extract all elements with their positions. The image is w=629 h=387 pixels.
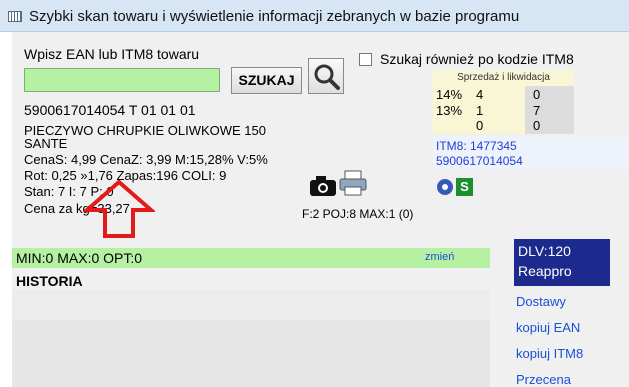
printer-icon[interactable] [338, 170, 368, 196]
title-bar: Szybki skan towaru i wyświetlenie inform… [0, 0, 629, 32]
magnifier-button[interactable] [308, 58, 344, 94]
s-badge[interactable]: S [456, 178, 473, 196]
itm8-checkbox-label: Szukaj również po kodzie ITM8 [380, 51, 574, 67]
product-brand: SANTE [24, 136, 68, 151]
sales-liq-1: 0 [533, 87, 541, 102]
itm8-info-box: ITM8: 1477345 5900617014054 [433, 136, 629, 170]
history-title: HISTORIA [16, 273, 83, 289]
history-area [12, 290, 490, 387]
copy-ean-link[interactable]: kopiuj EAN [516, 320, 580, 335]
sales-sold-3: 0 [476, 118, 484, 133]
red-arrow-annotation [83, 180, 155, 238]
deliveries-link[interactable]: Dostawy [516, 294, 566, 309]
app-icon [8, 11, 22, 22]
sales-liquidation-box: Sprzedaż i likwidacja 14% 4 0 13% 1 7 0 … [433, 70, 574, 134]
search-button[interactable]: SZUKAJ [231, 67, 302, 94]
sales-header: Sprzedaż i likwidacja [457, 72, 550, 83]
itm8-checkbox[interactable] [359, 53, 372, 66]
packaging-info: F:2 POJ:8 MAX:1 (0) [302, 207, 414, 221]
dlv-reappro: Reappro [518, 263, 572, 279]
sales-liq-3: 0 [533, 118, 541, 133]
dlv-value: DLV:120 [518, 243, 571, 259]
ean-input[interactable] [24, 68, 220, 92]
markdown-link[interactable]: Przecena [516, 372, 571, 387]
gear-icon[interactable] [436, 178, 454, 196]
search-icon [314, 64, 340, 90]
camera-icon[interactable] [308, 174, 338, 198]
sales-liq-2: 7 [533, 103, 541, 118]
main-panel: Wpisz EAN lub ITM8 towaru SZUKAJ Szukaj … [12, 32, 629, 387]
sales-sold-2: 1 [476, 103, 484, 118]
change-link[interactable]: zmień [425, 251, 454, 263]
window-title: Szybki skan towaru i wyświetlenie inform… [29, 8, 520, 25]
ean-value: 5900617014054 [436, 154, 523, 168]
sales-pct-2: 13% [436, 103, 463, 118]
sales-sold-1: 4 [476, 87, 484, 102]
price-info: CenaS: 4,99 CenaZ: 3,99 M:15,28% V:5% [24, 152, 268, 167]
copy-itm8-link[interactable]: kopiuj ITM8 [516, 346, 583, 361]
itm8-value: ITM8: 1477345 [436, 139, 517, 153]
dlv-box[interactable]: DLV:120 Reappro [514, 239, 610, 286]
minmax-text: MIN:0 MAX:0 OPT:0 [16, 250, 143, 266]
sales-pct-1: 14% [436, 87, 463, 102]
product-code-line: 5900617014054 T 01 01 01 [24, 102, 196, 118]
history-list [12, 320, 490, 387]
minmax-bar: MIN:0 MAX:0 OPT:0 zmień [12, 248, 490, 268]
search-label: Wpisz EAN lub ITM8 towaru [24, 46, 200, 62]
